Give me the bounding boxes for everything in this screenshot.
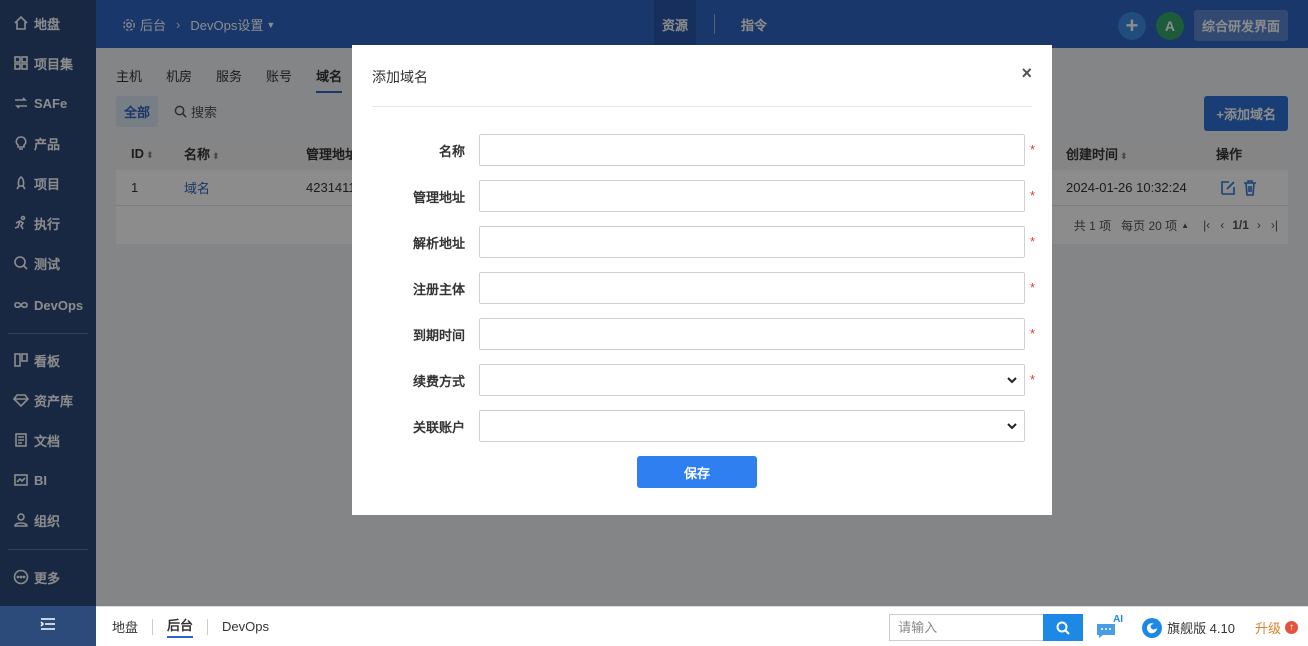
edition-info[interactable]: 旗舰版 4.10	[1141, 617, 1235, 639]
registrant-field[interactable]	[479, 272, 1025, 304]
add-domain-modal: 添加域名 × 名称 * 管理地址 * 解析地址 * 注册主体 * 到期时间 * …	[352, 45, 1052, 515]
modal-title: 添加域名	[372, 69, 428, 85]
close-icon[interactable]: ×	[1021, 63, 1032, 84]
bottom-breadcrumb: 地盘 后台 DevOps	[112, 615, 269, 638]
collapse-menu-icon[interactable]	[38, 614, 58, 634]
field-label: 到期时间	[412, 328, 465, 343]
field-label: 名称	[438, 144, 465, 159]
divider	[207, 618, 209, 635]
renewal-method-select[interactable]	[479, 364, 1025, 396]
linked-account-select[interactable]	[479, 410, 1025, 442]
name-field[interactable]	[479, 134, 1025, 166]
global-search-button[interactable]	[1043, 614, 1084, 641]
edition-label: 旗舰版 4.10	[1167, 621, 1235, 636]
modal-divider	[372, 106, 1032, 107]
global-search-input[interactable]	[889, 614, 1044, 641]
required-mark: *	[1030, 142, 1036, 157]
ai-label: AI	[1113, 613, 1124, 625]
bottom-crumb-devops[interactable]: DevOps	[222, 619, 269, 634]
upgrade-link[interactable]: 升级 ↑	[1255, 618, 1298, 637]
field-label: 管理地址	[412, 190, 465, 205]
upgrade-arrow-icon: ↑	[1285, 621, 1298, 634]
bottom-right-tools: AI 旗舰版 4.10 升级 ↑	[889, 614, 1308, 641]
manage-address-field[interactable]	[479, 180, 1025, 212]
expiry-date-field[interactable]	[479, 318, 1025, 350]
field-label: 关联账户	[412, 420, 465, 435]
form-row-name: 名称 *	[352, 134, 1052, 166]
zentao-logo-icon	[1142, 617, 1163, 638]
save-button[interactable]: 保存	[637, 456, 757, 488]
upgrade-label: 升级	[1254, 621, 1281, 636]
resolve-address-field[interactable]	[479, 226, 1025, 258]
form-row-expiry: 到期时间 *	[352, 318, 1052, 350]
form-row-resolve-address: 解析地址 *	[352, 226, 1052, 258]
search-icon	[1056, 621, 1070, 635]
divider	[152, 618, 154, 635]
required-mark: *	[1030, 326, 1036, 341]
form-row-registrant: 注册主体 *	[352, 272, 1052, 304]
required-mark: *	[1030, 234, 1036, 249]
required-mark: *	[1030, 372, 1036, 387]
ai-chat-icon[interactable]: AI	[1095, 613, 1125, 640]
chevron-down-icon	[1007, 423, 1017, 430]
bottom-crumb-home[interactable]: 地盘	[112, 617, 138, 636]
required-mark: *	[1030, 188, 1036, 203]
form-row-linked-account: 关联账户	[352, 410, 1052, 442]
chevron-down-icon	[1007, 377, 1017, 384]
field-label: 解析地址	[412, 236, 465, 251]
bottom-crumb-admin[interactable]: 后台	[167, 615, 194, 638]
required-mark: *	[1030, 280, 1036, 295]
field-label: 注册主体	[412, 282, 465, 297]
form-row-manage-address: 管理地址 *	[352, 180, 1052, 212]
bottom-bar: 地盘 后台 DevOps AI 旗舰版 4.10 升级 ↑	[96, 606, 1308, 646]
field-label: 续费方式	[412, 374, 465, 389]
form-row-renewal: 续费方式 *	[352, 364, 1052, 396]
